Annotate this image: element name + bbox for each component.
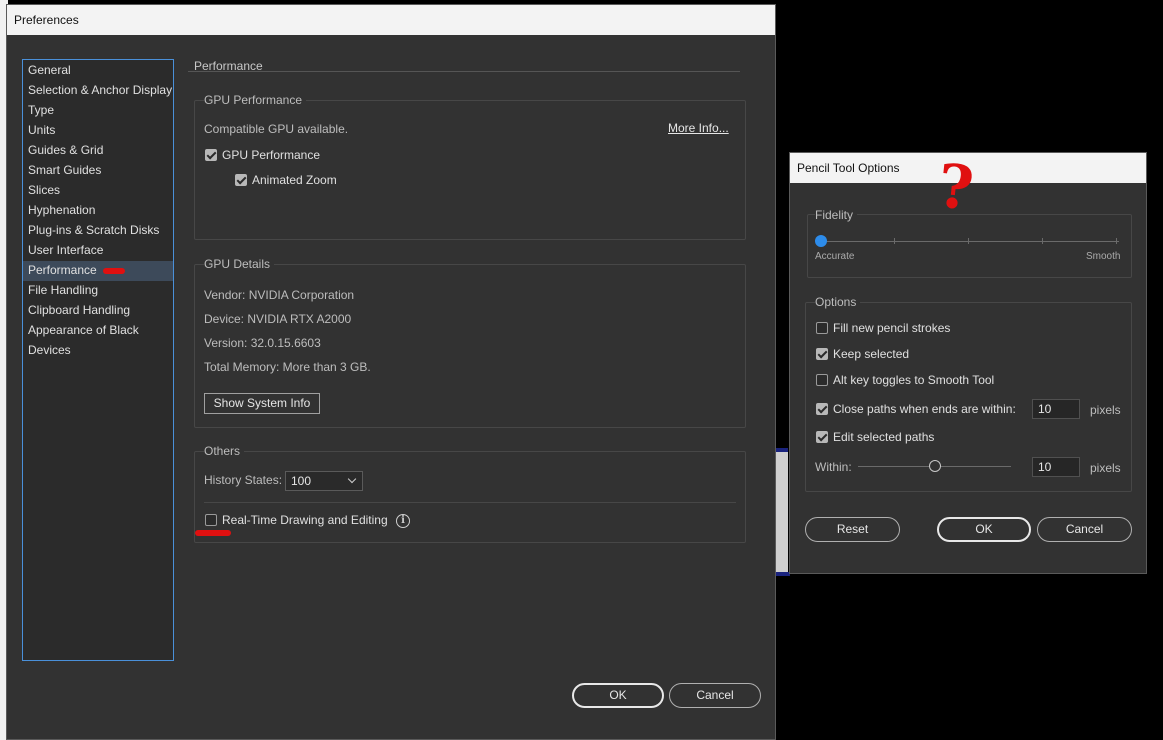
animated-zoom-checkbox[interactable] <box>235 174 247 186</box>
history-states-label: History States: <box>204 473 283 487</box>
preferences-cancel-button[interactable]: Cancel <box>669 683 761 708</box>
fidelity-tick <box>968 238 969 244</box>
within-unit: pixels <box>1090 461 1121 475</box>
gpu-version-text: Version: 32.0.15.6603 <box>204 336 321 350</box>
compatible-gpu-text: Compatible GPU available. <box>204 122 349 136</box>
within-input[interactable]: 10 <box>1032 457 1080 477</box>
nav-item-performance[interactable]: Performance <box>23 261 173 281</box>
nav-item-units[interactable]: Units <box>23 121 173 141</box>
fidelity-slider-track[interactable] <box>821 241 1119 242</box>
gpu-performance-checkbox[interactable] <box>205 149 217 161</box>
background-window-fragment <box>776 448 788 576</box>
section-divider <box>188 71 740 72</box>
nav-item-clipboard-handling[interactable]: Clipboard Handling <box>23 301 173 321</box>
preferences-nav-list: General Selection & Anchor Display Type … <box>22 59 174 661</box>
history-states-value: 100 <box>291 474 312 488</box>
others-divider <box>204 502 736 503</box>
history-states-select[interactable]: 100 <box>285 471 363 491</box>
nav-item-type[interactable]: Type <box>23 101 173 121</box>
background-selection-fragment <box>776 448 788 452</box>
nav-item-performance-label: Performance <box>28 263 97 277</box>
realtime-drawing-label: Real-Time Drawing and Editing <box>222 513 388 527</box>
gpu-details-label: GPU Details <box>204 257 275 271</box>
gpu-memory-text: Total Memory: More than 3 GB. <box>204 360 371 374</box>
animated-zoom-label: Animated Zoom <box>252 173 337 187</box>
nav-item-slices[interactable]: Slices <box>23 181 173 201</box>
nav-item-file-handling[interactable]: File Handling <box>23 281 173 301</box>
fidelity-label: Fidelity <box>815 208 858 222</box>
others-group <box>194 451 746 543</box>
realtime-drawing-checkbox[interactable] <box>205 514 217 526</box>
pencil-cancel-button[interactable]: Cancel <box>1037 517 1132 542</box>
gpu-vendor-text: Vendor: NVIDIA Corporation <box>204 288 355 302</box>
nav-item-smart-guides[interactable]: Smart Guides <box>23 161 173 181</box>
gpu-performance-checkbox-label: GPU Performance <box>222 148 321 162</box>
close-paths-checkbox[interactable] <box>816 403 828 415</box>
info-icon[interactable]: i <box>396 514 410 528</box>
close-paths-label: Close paths when ends are within: <box>833 402 1016 416</box>
close-paths-input[interactable]: 10 <box>1032 399 1080 419</box>
alt-key-smooth-label: Alt key toggles to Smooth Tool <box>833 373 995 387</box>
show-system-info-button[interactable]: Show System Info <box>204 393 320 414</box>
others-label: Others <box>204 444 245 458</box>
fidelity-accurate-label: Accurate <box>815 251 855 262</box>
chevron-down-icon <box>347 474 357 484</box>
background-selection-fragment-2 <box>776 572 790 576</box>
pencil-ok-button[interactable]: OK <box>937 517 1031 542</box>
nav-item-appearance-of-black[interactable]: Appearance of Black <box>23 321 173 341</box>
fidelity-smooth-label: Smooth <box>1086 251 1121 262</box>
gpu-performance-group <box>194 100 746 240</box>
close-paths-unit: pixels <box>1090 403 1121 417</box>
within-slider-knob[interactable] <box>928 460 941 472</box>
preferences-titlebar: Preferences <box>7 5 775 35</box>
edit-selected-paths-label: Edit selected paths <box>833 430 935 444</box>
keep-selected-checkbox[interactable] <box>816 348 828 360</box>
fidelity-tick <box>894 238 895 244</box>
nav-item-selection-anchor-display[interactable]: Selection & Anchor Display <box>23 81 173 101</box>
gpu-performance-label: GPU Performance <box>204 93 307 107</box>
nav-item-general[interactable]: General <box>23 61 173 81</box>
keep-selected-label: Keep selected <box>833 347 910 361</box>
annotation-red-mark <box>103 268 125 274</box>
fill-new-strokes-label: Fill new pencil strokes <box>833 321 951 335</box>
pencil-options-label: Options <box>815 295 861 309</box>
nav-item-devices[interactable]: Devices <box>23 341 173 361</box>
preferences-ok-button[interactable]: OK <box>572 683 664 708</box>
nav-item-hyphenation[interactable]: Hyphenation <box>23 201 173 221</box>
fill-new-strokes-checkbox[interactable] <box>816 322 828 334</box>
fidelity-tick <box>1116 238 1117 244</box>
gpu-device-text: Device: NVIDIA RTX A2000 <box>204 312 352 326</box>
nav-item-guides-grid[interactable]: Guides & Grid <box>23 141 173 161</box>
fidelity-slider-knob[interactable] <box>815 235 827 247</box>
annotation-red-underline <box>195 530 231 536</box>
more-info-link[interactable]: More Info... <box>668 121 729 135</box>
edit-selected-paths-checkbox[interactable] <box>816 431 828 443</box>
alt-key-smooth-checkbox[interactable] <box>816 374 828 386</box>
within-label: Within: <box>815 460 852 474</box>
nav-item-plugins-scratch-disks[interactable]: Plug-ins & Scratch Disks <box>23 221 173 241</box>
preferences-title: Preferences <box>14 13 79 27</box>
fidelity-tick <box>1042 238 1043 244</box>
pencil-title: Pencil Tool Options <box>797 161 900 175</box>
pencil-reset-button[interactable]: Reset <box>805 517 900 542</box>
nav-item-user-interface[interactable]: User Interface <box>23 241 173 261</box>
